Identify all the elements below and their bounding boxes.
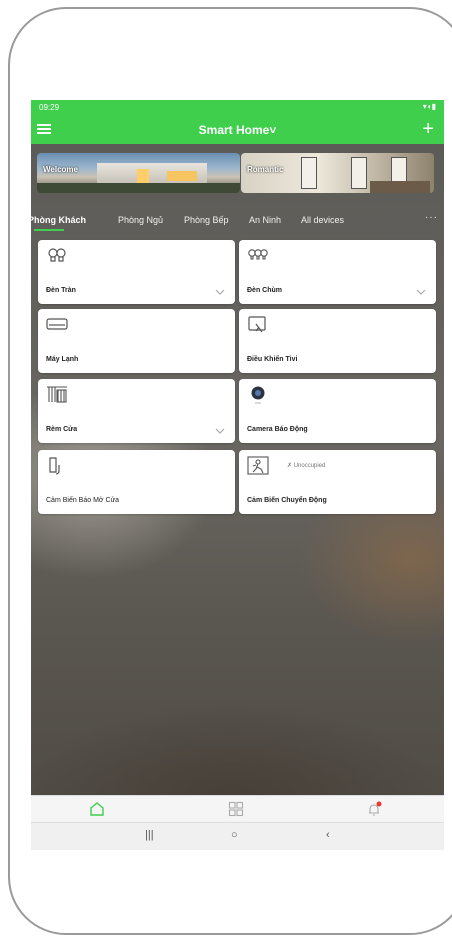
tab-an-ninh[interactable]: An Ninh [249,215,281,225]
alarm-bell-icon[interactable] [366,801,382,817]
device-name: Đèn Chùm [247,287,282,294]
chandelier-icon [248,249,268,260]
scene-label: Romantic [247,165,284,174]
app-bar: Smart Home˅ + [31,116,444,144]
scene-image-detail [167,171,197,181]
device-name: Đèn Tràn [46,287,76,294]
tab-phong-bep[interactable]: Phòng Bếp [184,215,229,225]
home-button[interactable]: ○ [231,829,238,841]
notification-badge [376,801,382,807]
camera-icon [251,386,265,404]
device-card-camera-bao-dong[interactable]: Camera Báo Động [239,379,436,443]
system-navigation-bar: ||| ○ ‹ [31,822,444,850]
device-card-cam-bien-chuyen-dong[interactable]: ✗ Unoccupied Cảm Biến Chuyển Động [239,450,436,514]
scene-image-detail [351,157,367,189]
scene-image-detail [37,183,240,193]
curtain-icon [47,386,67,403]
tab-label: Phòng Bếp [184,215,229,225]
tab-label: All devices [301,215,345,225]
status-time: 09:29 [39,103,60,112]
room-tabs: Phòng Khách Phòng Ngủ Phòng Bếp An Ninh … [31,212,444,232]
more-tabs-button[interactable]: ··· [425,212,438,223]
tv-remote-icon [248,316,266,333]
tab-label: An Ninh [249,215,282,225]
grid-icon[interactable] [228,801,244,817]
add-button[interactable]: + [422,118,434,140]
device-name: Rèm Cửa [46,426,78,433]
scene-card-welcome[interactable]: Welcome [37,153,240,193]
signal-icon: ▾◖▮ [422,102,436,111]
scene-card-romantic[interactable]: Romantic [241,153,434,193]
scene-image-detail [370,181,430,193]
scene-image-detail [301,157,317,189]
chevron-down-icon[interactable] [215,427,225,435]
active-tab-indicator [34,229,64,231]
device-name: Cảm Biến Báo Mở Cửa [46,497,120,504]
status-bar: 09:29 ▾◖▮ [31,100,444,116]
air-conditioner-icon [46,318,68,330]
motion-state: ✗ Unoccupied [287,463,326,469]
home-selector[interactable]: Smart Home˅ [31,123,444,137]
scene-image-detail [137,169,149,183]
device-name: Cảm Biến Chuyển Động [247,497,327,504]
scene-label: Welcome [43,165,78,174]
device-name: Điều Khiển Tivi [247,356,298,363]
device-name: Máy Lạnh [46,356,79,363]
tab-all-devices[interactable]: All devices [301,215,344,225]
tab-label: Phòng Ngủ [118,215,164,225]
door-sensor-icon [49,457,60,475]
tab-label: Phòng Khách [31,215,86,225]
device-card-den-chum[interactable]: Đèn Chùm [239,240,436,304]
chevron-down-icon[interactable] [215,288,225,296]
device-card-cam-bien-mo-cua[interactable]: Cảm Biến Báo Mở Cửa [38,450,235,514]
app-screen: 09:29 ▾◖▮ Smart Home˅ + Welcome Romantic… [31,100,444,850]
tab-phong-khach[interactable]: Phòng Khách [31,215,86,231]
home-icon[interactable] [89,801,105,817]
motion-sensor-icon [247,456,269,475]
chevron-down-icon[interactable] [416,288,426,296]
device-card-den-tran[interactable]: Đèn Tràn [38,240,235,304]
bulb-icon [48,248,66,262]
back-button[interactable]: ‹ [326,829,330,841]
recent-apps-button[interactable]: ||| [145,829,154,841]
tab-phong-ngu[interactable]: Phòng Ngủ [118,215,163,225]
bottom-navigation [31,795,444,823]
device-card-rem-cua[interactable]: Rèm Cửa [38,379,235,443]
motion-state-text: Unoccupied [293,463,326,469]
device-card-may-lanh[interactable]: Máy Lạnh [38,309,235,373]
device-name: Camera Báo Động [247,426,308,433]
device-card-dieu-khien-tivi[interactable]: Điều Khiển Tivi [239,309,436,373]
